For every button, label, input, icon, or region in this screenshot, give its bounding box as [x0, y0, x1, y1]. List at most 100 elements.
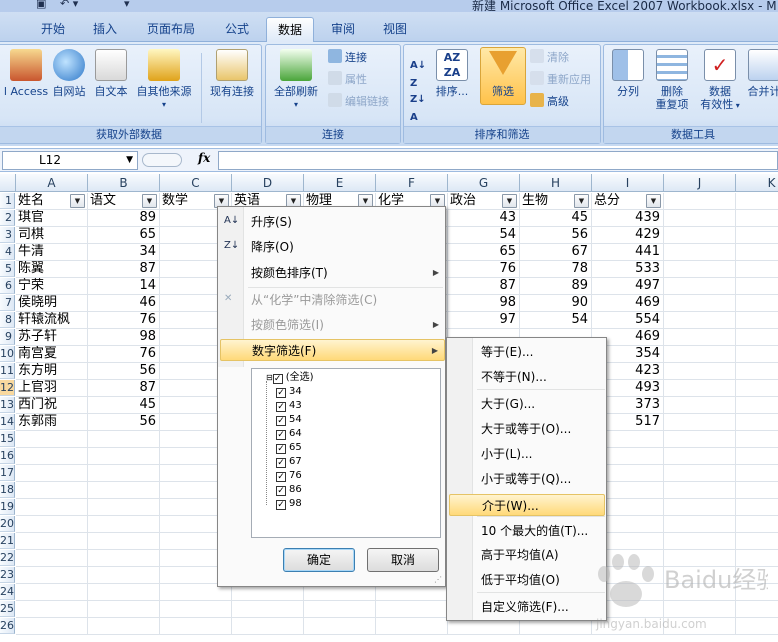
data-cell[interactable]: 45 — [520, 210, 592, 227]
grid-cell[interactable] — [736, 329, 778, 346]
data-cell[interactable]: 441 — [592, 244, 664, 261]
filter-dropdown-icon[interactable]: ▼ — [502, 194, 517, 208]
grid-cell[interactable] — [664, 346, 736, 363]
data-cell[interactable]: 宁荣 — [16, 278, 88, 295]
filter-value-item[interactable]: ✓ 64 — [276, 427, 302, 441]
data-cell[interactable]: 439 — [592, 210, 664, 227]
row-header[interactable]: 2 — [0, 210, 15, 226]
grid-cell[interactable] — [376, 601, 448, 618]
from-other-sources-button[interactable]: 自其他来源 ▾ — [133, 49, 195, 111]
filter-button[interactable]: 筛选 — [480, 47, 526, 105]
grid-cell[interactable] — [664, 618, 736, 635]
grid-cell[interactable] — [16, 584, 88, 601]
grid-cell[interactable] — [736, 465, 778, 482]
tab-page-layout[interactable]: 页面布局 — [134, 17, 208, 42]
data-cell[interactable]: 65 — [88, 227, 160, 244]
data-cell[interactable]: 司棋 — [16, 227, 88, 244]
grid-cell[interactable] — [736, 601, 778, 618]
grid-cell[interactable] — [304, 601, 376, 618]
grid-cell[interactable] — [736, 193, 778, 210]
grid-cell[interactable] — [664, 363, 736, 380]
data-cell[interactable]: 98 — [448, 295, 520, 312]
grid-cell[interactable] — [16, 550, 88, 567]
grid-cell[interactable] — [736, 550, 778, 567]
insert-function-button[interactable]: fx — [198, 151, 210, 165]
row-header[interactable]: 11 — [0, 363, 15, 379]
filter-dropdown-icon[interactable]: ▼ — [70, 194, 85, 208]
data-cell[interactable]: 陈翼 — [16, 261, 88, 278]
grid-cell[interactable] — [664, 414, 736, 431]
grid-cell[interactable] — [16, 601, 88, 618]
number-filter-option[interactable]: 小于(L)... — [449, 443, 605, 465]
data-cell[interactable]: 34 — [88, 244, 160, 261]
row-header[interactable]: 13 — [0, 397, 15, 413]
undo-icon[interactable]: ↶ ▾ — [60, 0, 78, 10]
text-to-columns-button[interactable]: 分列 — [608, 49, 648, 98]
grid-cell[interactable] — [232, 601, 304, 618]
number-filter-option[interactable]: 不等于(N)... — [449, 366, 605, 388]
grid-cell[interactable] — [232, 618, 304, 635]
column-header-i[interactable]: I — [592, 174, 664, 192]
grid-cell[interactable] — [664, 244, 736, 261]
data-cell[interactable]: 14 — [88, 278, 160, 295]
menu-filter-by-color[interactable]: 按颜色筛选(I) ▶ — [220, 314, 445, 336]
data-cell[interactable]: 87 — [448, 278, 520, 295]
row-header[interactable]: 20 — [0, 516, 15, 532]
grid-cell[interactable] — [664, 329, 736, 346]
sort-descending-button[interactable]: Z↓ A — [410, 91, 426, 123]
grid-cell[interactable] — [736, 499, 778, 516]
filter-value-item[interactable]: ✓ 43 — [276, 399, 302, 413]
grid-cell[interactable] — [16, 499, 88, 516]
grid-cell[interactable] — [736, 210, 778, 227]
checkbox-checked-icon[interactable]: ✓ — [276, 472, 286, 482]
grid-cell[interactable] — [664, 567, 736, 584]
number-filter-option[interactable]: 10 个最大的值(T)... — [449, 520, 605, 542]
menu-sort-by-color[interactable]: 按颜色排序(T) ▶ — [220, 262, 445, 284]
sort-ascending-button[interactable]: A↓ Z — [410, 57, 426, 89]
grid-cell[interactable] — [16, 618, 88, 635]
grid-cell[interactable] — [736, 584, 778, 601]
data-cell[interactable]: 西门祝 — [16, 397, 88, 414]
filter-values-list[interactable]: ⊟✓ (全选) ✓ 34 ✓ 43 ✓ 54 ✓ 64 ✓ 65 ✓ 67 ✓ 76 ✓ 86 ✓ 98 — [251, 368, 441, 538]
tab-review[interactable]: 审阅 — [320, 17, 366, 42]
grid-cell[interactable] — [88, 550, 160, 567]
row-header[interactable]: 6 — [0, 278, 15, 294]
grid-cell[interactable] — [16, 516, 88, 533]
column-header-j[interactable]: J — [664, 174, 736, 192]
grid-cell[interactable] — [88, 533, 160, 550]
row-header[interactable]: 23 — [0, 567, 15, 583]
from-web-button[interactable]: 自网站 — [49, 49, 89, 98]
grid-cell[interactable] — [736, 533, 778, 550]
value-select-all[interactable]: ⊟✓ (全选) — [266, 371, 314, 385]
row-header[interactable]: 14 — [0, 414, 15, 430]
reapply-button[interactable]: 重新应用 — [530, 71, 591, 89]
filter-value-item[interactable]: ✓ 65 — [276, 441, 302, 455]
grid-cell[interactable] — [160, 618, 232, 635]
advanced-filter-button[interactable]: 高级 — [530, 93, 569, 111]
formula-resize-handle[interactable] — [142, 153, 182, 167]
data-cell[interactable]: 侯晓明 — [16, 295, 88, 312]
connections-button[interactable]: 连接 — [328, 49, 367, 67]
header-cell[interactable]: 生物 ▼ — [520, 193, 592, 210]
checkbox-checked-icon[interactable]: ✓ — [272, 374, 283, 384]
grid-cell[interactable] — [736, 516, 778, 533]
grid-cell[interactable] — [664, 397, 736, 414]
grid-cell[interactable] — [160, 601, 232, 618]
data-cell[interactable]: 78 — [520, 261, 592, 278]
checkbox-checked-icon[interactable]: ✓ — [276, 500, 286, 510]
grid-cell[interactable] — [736, 244, 778, 261]
filter-dropdown-icon[interactable]: ▼ — [646, 194, 661, 208]
grid-cell[interactable] — [664, 601, 736, 618]
grid-cell[interactable] — [664, 550, 736, 567]
row-header[interactable]: 4 — [0, 244, 15, 260]
checkbox-checked-icon[interactable]: ✓ — [276, 388, 286, 398]
filter-dropdown-icon[interactable]: ▼ — [142, 194, 157, 208]
row-header[interactable]: 17 — [0, 465, 15, 481]
grid-cell[interactable] — [88, 431, 160, 448]
data-cell[interactable]: 苏子轩 — [16, 329, 88, 346]
checkbox-checked-icon[interactable]: ✓ — [276, 486, 286, 496]
grid-cell[interactable] — [664, 380, 736, 397]
row-header[interactable]: 15 — [0, 431, 15, 447]
data-cell[interactable]: 56 — [88, 414, 160, 431]
grid-cell[interactable] — [16, 448, 88, 465]
